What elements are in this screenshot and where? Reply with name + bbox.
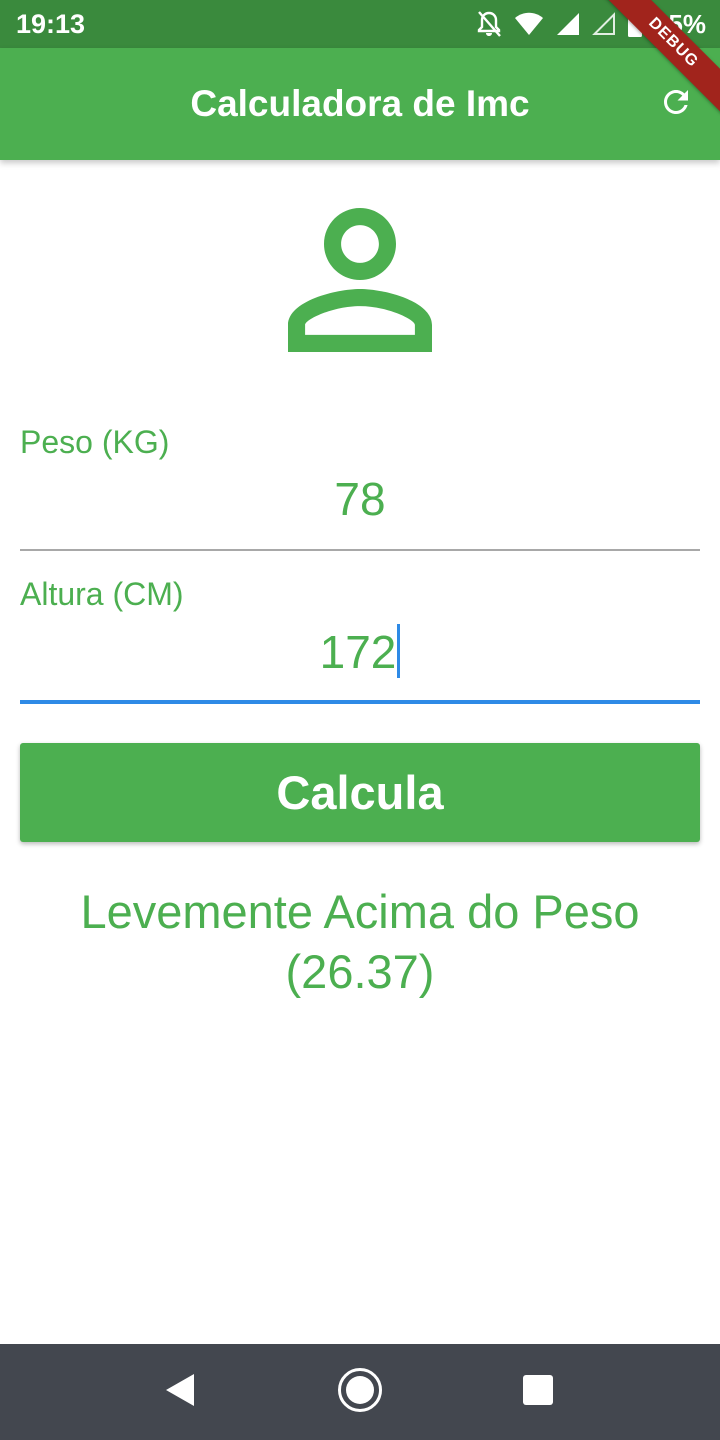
result-text: Levemente Acima do Peso (26.37) <box>20 882 700 1002</box>
app-bar: Calculadora de Imc <box>0 48 720 160</box>
refresh-button[interactable] <box>652 80 700 128</box>
navigation-bar <box>0 1344 720 1440</box>
person-outline-icon <box>270 190 450 370</box>
status-bar: 19:13 95% <box>0 0 720 48</box>
peso-input[interactable]: 78 <box>20 472 700 526</box>
text-caret <box>397 624 401 678</box>
recents-button[interactable] <box>514 1368 562 1416</box>
refresh-icon <box>658 84 694 125</box>
result-value: (26.37) <box>285 945 435 998</box>
back-icon <box>163 1372 197 1413</box>
notifications-off-icon <box>476 10 502 38</box>
wifi-icon <box>514 12 544 36</box>
status-time: 19:13 <box>16 9 86 39</box>
calcula-button[interactable]: Calcula <box>20 743 700 842</box>
peso-underline <box>20 549 700 551</box>
back-button[interactable] <box>156 1368 204 1416</box>
page-title: Calculadora de Imc <box>190 83 530 124</box>
altura-input[interactable]: 172 <box>20 624 700 679</box>
signal-icon <box>556 12 580 36</box>
signal-empty-icon <box>592 12 616 36</box>
peso-label: Peso (KG) <box>20 424 170 460</box>
home-button[interactable] <box>336 1367 384 1418</box>
altura-field[interactable]: Altura (CM) 172 <box>20 576 700 706</box>
home-icon <box>337 1367 383 1418</box>
result-label: Levemente Acima do Peso <box>80 885 640 938</box>
screen: 19:13 95% Calculadora de Imc DEBUG Peso … <box>0 0 720 1440</box>
peso-field[interactable]: Peso (KG) 78 <box>20 424 700 554</box>
recents-icon <box>522 1374 554 1411</box>
altura-value: 172 <box>319 626 397 678</box>
altura-underline <box>20 700 700 704</box>
altura-label: Altura (CM) <box>20 576 184 612</box>
